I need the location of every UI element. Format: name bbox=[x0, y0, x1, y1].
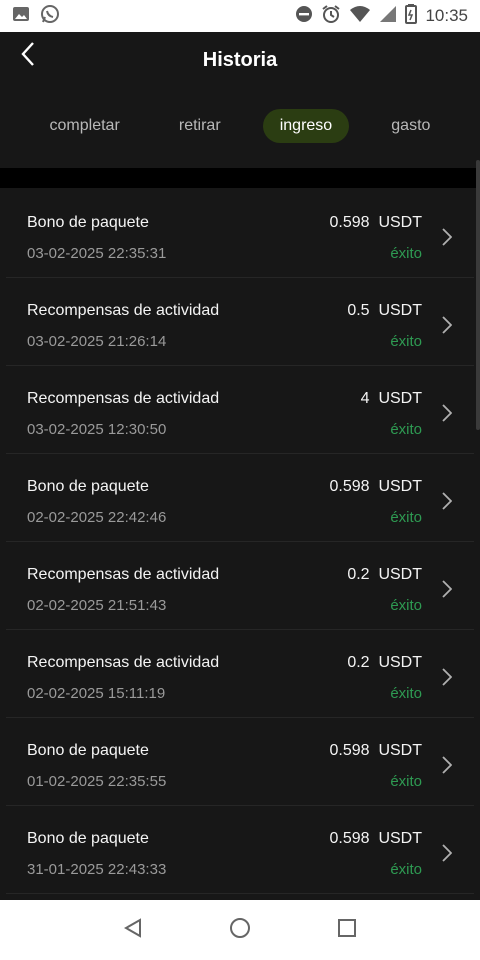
record-date: 03-02-2025 21:26:14 bbox=[27, 333, 167, 350]
list-item[interactable]: Bono de paquete 01-02-2025 22:35:55 0.59… bbox=[6, 718, 474, 806]
status-badge: éxito bbox=[390, 509, 422, 526]
list-item[interactable]: Bono de paquete 03-02-2025 22:35:31 0.59… bbox=[6, 190, 474, 278]
record-date: 01-02-2025 22:35:55 bbox=[27, 773, 167, 790]
nav-back-button[interactable] bbox=[113, 910, 153, 950]
back-triangle-icon bbox=[123, 917, 143, 943]
status-badge: éxito bbox=[390, 245, 422, 262]
tab-completar[interactable]: completar bbox=[33, 109, 137, 143]
chevron-right-icon bbox=[442, 228, 453, 251]
chevron-right-icon bbox=[442, 668, 453, 691]
system-nav-bar bbox=[0, 900, 480, 960]
record-date: 31-01-2025 22:43:33 bbox=[27, 861, 167, 878]
signal-icon bbox=[379, 5, 397, 28]
record-title: Bono de paquete bbox=[27, 742, 149, 759]
status-badge: éxito bbox=[390, 861, 422, 878]
nav-home-button[interactable] bbox=[220, 910, 260, 950]
nav-recents-button[interactable] bbox=[327, 910, 367, 950]
record-amount: 0.5 USDT bbox=[347, 302, 422, 319]
status-bar-left bbox=[12, 4, 60, 29]
chevron-right-icon bbox=[442, 492, 453, 515]
record-date: 03-02-2025 12:30:50 bbox=[27, 421, 167, 438]
image-icon bbox=[12, 5, 30, 28]
status-badge: éxito bbox=[390, 685, 422, 702]
back-button[interactable] bbox=[12, 40, 44, 72]
record-amount: 0.598 USDT bbox=[329, 478, 422, 495]
status-badge: éxito bbox=[390, 421, 422, 438]
tab-bar: completar retirar ingreso gasto bbox=[0, 96, 480, 156]
status-badge: éxito bbox=[390, 773, 422, 790]
tab-gasto[interactable]: gasto bbox=[374, 109, 447, 143]
list-item[interactable]: Recompensas de actividad 02-02-2025 21:5… bbox=[6, 542, 474, 630]
status-bar-right: 10:35 bbox=[295, 3, 468, 29]
list-item[interactable]: Bono de paquete 02-02-2025 22:42:46 0.59… bbox=[6, 454, 474, 542]
record-date: 02-02-2025 22:42:46 bbox=[27, 509, 167, 526]
record-title: Recompensas de actividad bbox=[27, 566, 220, 583]
record-date: 03-02-2025 22:35:31 bbox=[27, 245, 167, 262]
list-item[interactable]: Recompensas de actividad 03-02-2025 21:2… bbox=[6, 278, 474, 366]
page-title: Historia bbox=[202, 48, 278, 71]
app-header: Historia bbox=[0, 32, 480, 88]
record-date: 02-02-2025 15:11:19 bbox=[27, 685, 166, 702]
list-item[interactable]: Recompensas de actividad 02-02-2025 15:1… bbox=[6, 630, 474, 718]
record-title: Bono de paquete bbox=[27, 214, 149, 231]
home-circle-icon bbox=[229, 917, 251, 944]
status-badge: éxito bbox=[390, 597, 422, 614]
record-amount: 0.2 USDT bbox=[347, 654, 422, 671]
tab-retirar[interactable]: retirar bbox=[162, 109, 238, 143]
chevron-left-icon bbox=[20, 41, 36, 72]
section-divider bbox=[0, 168, 480, 188]
record-amount: 0.598 USDT bbox=[329, 830, 422, 847]
record-title: Recompensas de actividad bbox=[27, 390, 220, 407]
record-amount: 0.598 USDT bbox=[329, 742, 422, 759]
record-amount: 4 USDT bbox=[360, 390, 422, 407]
record-amount: 0.2 USDT bbox=[347, 566, 422, 583]
wifi-icon bbox=[349, 5, 371, 28]
record-date: 02-02-2025 21:51:43 bbox=[27, 597, 167, 614]
clock-time: 10:35 bbox=[425, 6, 468, 25]
chevron-right-icon bbox=[442, 580, 453, 603]
chevron-right-icon bbox=[442, 756, 453, 779]
record-amount: 0.598 USDT bbox=[329, 214, 422, 231]
chevron-right-icon bbox=[442, 844, 453, 867]
status-bar: 10:35 bbox=[0, 0, 480, 32]
record-title: Bono de paquete bbox=[27, 478, 149, 495]
whatsapp-icon bbox=[40, 4, 60, 29]
recents-square-icon bbox=[337, 918, 357, 943]
alarm-icon bbox=[321, 4, 341, 29]
battery-icon bbox=[405, 3, 418, 29]
list-item[interactable]: Bono de paquete 31-01-2025 22:43:33 0.59… bbox=[6, 806, 474, 894]
tab-ingreso[interactable]: ingreso bbox=[262, 109, 350, 143]
do-not-disturb-icon bbox=[295, 5, 313, 28]
record-title: Recompensas de actividad bbox=[27, 654, 220, 671]
history-list: Bono de paquete 03-02-2025 22:35:31 0.59… bbox=[0, 190, 480, 894]
list-item[interactable]: Recompensas de actividad 03-02-2025 12:3… bbox=[6, 366, 474, 454]
record-title: Recompensas de actividad bbox=[27, 302, 220, 319]
record-title: Bono de paquete bbox=[27, 830, 149, 847]
chevron-right-icon bbox=[442, 404, 453, 427]
chevron-right-icon bbox=[442, 316, 453, 339]
status-badge: éxito bbox=[390, 333, 422, 350]
